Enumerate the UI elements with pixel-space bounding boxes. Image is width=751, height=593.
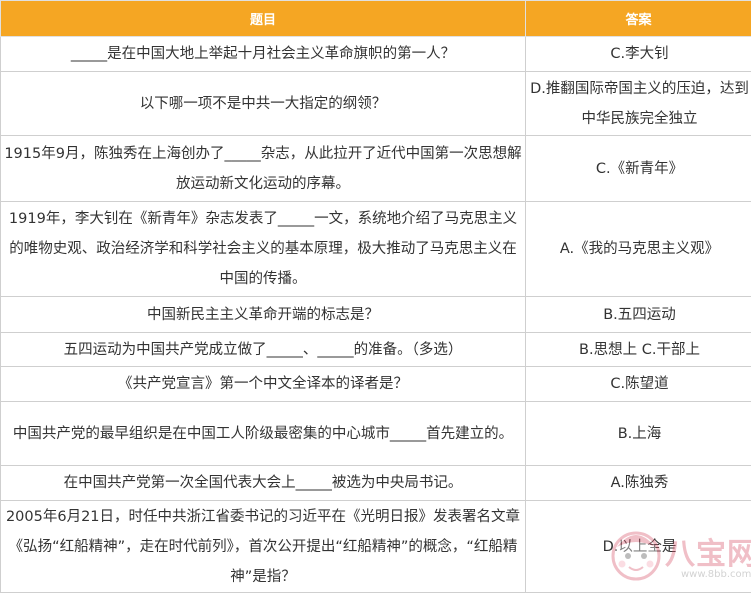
answer-cell: A.《我的马克思主义观》 [526,202,751,297]
question-cell: 2005年6月21日，时任中共浙江省委书记的习近平在《光明日报》发表署名文章《弘… [1,501,526,593]
table-row: 1919年，李大钊在《新青年》杂志发表了_____一文，系统地介绍了马克思主义的… [1,202,751,297]
question-cell: _____是在中国大地上举起十月社会主义革命旗帜的第一人？ [1,37,526,72]
answer-cell: D.推翻国际帝国主义的压迫，达到中华民族完全独立 [526,72,751,136]
answer-cell: C.《新青年》 [526,136,751,202]
qa-table: 题目 答案 _____是在中国大地上举起十月社会主义革命旗帜的第一人？ C.李大… [0,0,751,593]
table-row: 中国新民主主义革命开端的标志是？ B.五四运动 [1,297,751,333]
table-row: 五四运动为中国共产党成立做了_____、_____的准备。（多选） B.思想上 … [1,333,751,367]
answer-cell: A.陈独秀 [526,466,751,501]
question-cell: 1915年9月，陈独秀在上海创办了_____杂志，从此拉开了近代中国第一次思想解… [1,136,526,202]
table-row: 1915年9月，陈独秀在上海创办了_____杂志，从此拉开了近代中国第一次思想解… [1,136,751,202]
table-row: 2005年6月21日，时任中共浙江省委书记的习近平在《光明日报》发表署名文章《弘… [1,501,751,593]
question-cell: 《共产党宣言》第一个中文全译本的译者是？ [1,367,526,402]
question-cell: 在中国共产党第一次全国代表大会上_____被选为中央局书记。 [1,466,526,501]
answer-cell: B.上海 [526,402,751,466]
header-row: 题目 答案 [1,1,751,37]
answer-cell: B.思想上 C.干部上 [526,333,751,367]
question-column-header: 题目 [1,1,526,37]
question-cell: 以下哪一项不是中共一大指定的纲领？ [1,72,526,136]
table-row: 在中国共产党第一次全国代表大会上_____被选为中央局书记。 A.陈独秀 [1,466,751,501]
answer-cell: C.陈望道 [526,367,751,402]
table-row: 以下哪一项不是中共一大指定的纲领？ D.推翻国际帝国主义的压迫，达到中华民族完全… [1,72,751,136]
answer-column-header: 答案 [526,1,751,37]
question-cell: 五四运动为中国共产党成立做了_____、_____的准备。（多选） [1,333,526,367]
answer-cell: D.以上全是 [526,501,751,593]
question-cell: 中国共产党的最早组织是在中国工人阶级最密集的中心城市_____首先建立的。 [1,402,526,466]
answer-cell: C.李大钊 [526,37,751,72]
table-row: _____是在中国大地上举起十月社会主义革命旗帜的第一人？ C.李大钊 [1,37,751,72]
table-row: 中国共产党的最早组织是在中国工人阶级最密集的中心城市_____首先建立的。 B.… [1,402,751,466]
answer-cell: B.五四运动 [526,297,751,333]
table-row: 《共产党宣言》第一个中文全译本的译者是？ C.陈望道 [1,367,751,402]
question-cell: 1919年，李大钊在《新青年》杂志发表了_____一文，系统地介绍了马克思主义的… [1,202,526,297]
question-cell: 中国新民主主义革命开端的标志是？ [1,297,526,333]
